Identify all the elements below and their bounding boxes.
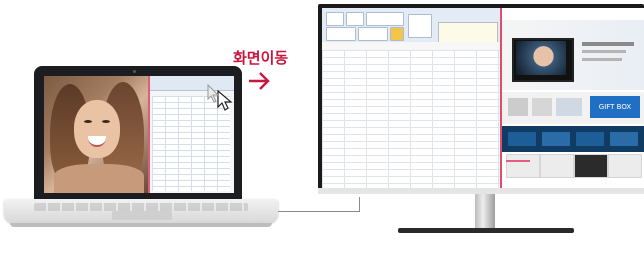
feature-tile[interactable] (610, 132, 638, 146)
link-line (506, 160, 530, 162)
ribbon-button[interactable] (358, 27, 388, 41)
arrow-right-icon (249, 72, 270, 90)
screen-move-label: 화면이동 (233, 49, 289, 67)
keyboard (34, 203, 248, 211)
touchpad (112, 211, 172, 220)
ribbon-button[interactable] (366, 12, 404, 26)
monitor-screen: GIFT BOX (322, 8, 644, 188)
window-edge-highlight (148, 76, 150, 193)
tile[interactable] (506, 154, 540, 178)
webcam (133, 70, 136, 73)
ribbon-button[interactable] (408, 14, 432, 38)
ribbon-button[interactable] (326, 27, 356, 41)
monitor-stand (475, 194, 495, 232)
shoulder-shape (54, 164, 144, 193)
ghost-cursor-icon (207, 84, 220, 103)
feature-tile[interactable] (576, 132, 604, 146)
product-thumb[interactable] (508, 98, 528, 116)
laptop-foot (10, 223, 272, 227)
face-shape (74, 100, 120, 158)
eye-shape (84, 120, 92, 123)
laptop-screen (44, 76, 234, 193)
feature-panel (502, 126, 644, 152)
feature-tile[interactable] (508, 132, 536, 146)
ribbon-button[interactable] (346, 12, 364, 26)
web-page[interactable]: GIFT BOX (502, 8, 644, 188)
spreadsheet-grid[interactable] (322, 50, 500, 188)
tile[interactable] (608, 154, 642, 178)
monitor-stand-base (398, 228, 574, 233)
ribbon-button[interactable] (326, 12, 344, 26)
text-line (582, 50, 626, 53)
feature-tile[interactable] (542, 132, 570, 146)
photo-pane (44, 76, 148, 193)
hero-banner[interactable] (502, 20, 644, 90)
tile-row (502, 152, 644, 180)
tile[interactable] (574, 154, 608, 178)
cable (278, 211, 360, 212)
eye-shape (102, 120, 110, 123)
hero-image (516, 41, 566, 75)
gift-box-banner[interactable]: GIFT BOX (590, 96, 640, 118)
ribbon (322, 8, 500, 48)
product-thumb[interactable] (532, 98, 552, 116)
ribbon-button[interactable] (390, 27, 404, 41)
spreadsheet-window[interactable] (322, 8, 500, 188)
cable (359, 197, 360, 212)
product-thumb[interactable] (556, 98, 582, 116)
text-line (582, 58, 622, 61)
text-line (582, 42, 634, 46)
tile[interactable] (540, 154, 574, 178)
